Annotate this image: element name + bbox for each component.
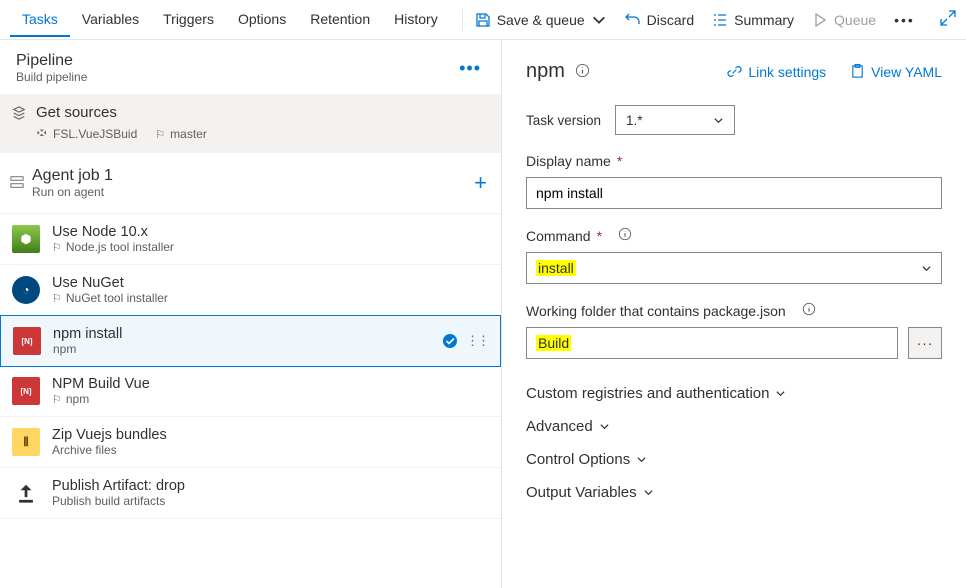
npm-icon: [N] bbox=[12, 377, 40, 405]
task-detail-title: npm bbox=[526, 60, 565, 83]
task-use-nuget[interactable]: ◔ Use NuGet⚐NuGet tool installer bbox=[0, 265, 501, 316]
discard-button[interactable]: Discard bbox=[625, 12, 694, 28]
display-name-label: Display name bbox=[526, 153, 611, 169]
section-custom-registries[interactable]: Custom registries and authentication bbox=[526, 377, 942, 410]
browse-button[interactable]: ··· bbox=[908, 327, 942, 359]
tab-triggers[interactable]: Triggers bbox=[151, 2, 226, 37]
chevron-down-icon bbox=[591, 12, 607, 28]
task-publish-artifact[interactable]: Publish Artifact: dropPublish build arti… bbox=[0, 468, 501, 519]
npm-icon: [N] bbox=[13, 327, 41, 355]
task-npm-install[interactable]: [N] npm installnpm ⋮⋮ bbox=[0, 315, 501, 367]
chevron-down-icon bbox=[643, 487, 654, 498]
chevron-down-icon bbox=[599, 421, 610, 432]
undo-icon bbox=[625, 12, 641, 28]
agent-job-row[interactable]: Agent job 1 Run on agent + bbox=[0, 153, 501, 214]
tab-options[interactable]: Options bbox=[226, 2, 298, 37]
save-icon bbox=[475, 12, 491, 28]
chevron-down-icon bbox=[775, 388, 786, 399]
upload-icon bbox=[12, 479, 40, 507]
link-icon bbox=[727, 64, 742, 79]
job-subtitle: Run on agent bbox=[32, 185, 113, 199]
get-sources-label: Get sources bbox=[36, 104, 207, 121]
section-output-variables[interactable]: Output Variables bbox=[526, 476, 942, 509]
repo-name: FSL.VueJSBuid bbox=[53, 127, 137, 141]
link-settings-button[interactable]: Link settings bbox=[727, 64, 826, 80]
node-icon: ⬢ bbox=[12, 225, 40, 253]
chevron-down-icon bbox=[921, 263, 932, 274]
tab-retention[interactable]: Retention bbox=[298, 2, 382, 37]
drag-handle-icon[interactable]: ⋮⋮ bbox=[466, 333, 488, 349]
list-icon bbox=[712, 12, 728, 28]
check-circle-icon bbox=[442, 333, 458, 349]
stack-icon bbox=[12, 106, 26, 124]
fullscreen-button[interactable] bbox=[940, 10, 956, 29]
task-npm-build-vue[interactable]: [N] NPM Build Vue⚐npm bbox=[0, 366, 501, 417]
task-version-label: Task version bbox=[526, 113, 601, 128]
pipeline-more-button[interactable]: ••• bbox=[455, 58, 485, 79]
pipeline-title: Pipeline bbox=[16, 52, 87, 70]
server-icon bbox=[10, 175, 24, 192]
command-label: Command bbox=[526, 228, 591, 244]
play-icon bbox=[812, 12, 828, 28]
branch-name: master bbox=[170, 127, 207, 141]
get-sources-row[interactable]: Get sources FSL.VueJSBuid ⚐ master bbox=[0, 94, 501, 153]
tab-variables[interactable]: Variables bbox=[70, 2, 151, 37]
task-version-select[interactable]: 1.* bbox=[615, 105, 735, 135]
nuget-icon: ◔ bbox=[12, 276, 40, 304]
view-yaml-button[interactable]: View YAML bbox=[850, 64, 942, 80]
section-advanced[interactable]: Advanced bbox=[526, 410, 942, 443]
more-button[interactable]: ••• bbox=[894, 12, 915, 28]
summary-button[interactable]: Summary bbox=[712, 12, 794, 28]
info-icon[interactable] bbox=[618, 227, 632, 244]
tab-tasks[interactable]: Tasks bbox=[10, 2, 70, 37]
pipeline-subtitle: Build pipeline bbox=[16, 70, 87, 84]
info-icon[interactable] bbox=[575, 63, 590, 81]
task-zip-bundles[interactable]: ⦀ Zip Vuejs bundlesArchive files bbox=[0, 417, 501, 468]
chevron-down-icon bbox=[636, 454, 647, 465]
working-folder-label: Working folder that contains package.jso… bbox=[526, 303, 786, 319]
save-queue-button[interactable]: Save & queue bbox=[475, 12, 607, 28]
expand-icon bbox=[940, 10, 956, 26]
tab-row: Tasks Variables Triggers Options Retenti… bbox=[10, 2, 450, 37]
task-use-node[interactable]: ⬢ Use Node 10.x⚐Node.js tool installer bbox=[0, 214, 501, 265]
job-title: Agent job 1 bbox=[32, 167, 113, 185]
repo-icon bbox=[36, 128, 48, 140]
display-name-input[interactable] bbox=[526, 177, 942, 209]
working-folder-input[interactable]: Build bbox=[526, 327, 898, 359]
queue-button: Queue bbox=[812, 12, 876, 28]
section-control-options[interactable]: Control Options bbox=[526, 443, 942, 476]
add-task-button[interactable]: + bbox=[474, 170, 487, 196]
clipboard-icon bbox=[850, 64, 865, 79]
chevron-down-icon bbox=[713, 115, 724, 126]
command-select[interactable]: install bbox=[526, 252, 942, 284]
archive-icon: ⦀ bbox=[12, 428, 40, 456]
branch-icon: ⚐ bbox=[155, 128, 165, 141]
tab-history[interactable]: History bbox=[382, 2, 450, 37]
info-icon[interactable] bbox=[802, 302, 816, 319]
